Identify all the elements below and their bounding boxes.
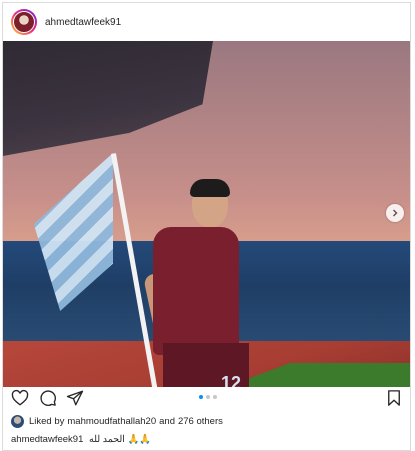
carousel-dot — [213, 395, 217, 399]
likes-prefix: Liked by — [29, 416, 65, 427]
caption-username[interactable]: ahmedtawfeek91 — [11, 434, 83, 445]
post-header: ahmedtawfeek91 — [3, 3, 410, 41]
avatar-image — [13, 11, 35, 33]
likes-middle: and — [159, 416, 175, 427]
likes-line: Liked by mahmoudfathallah20 and 276 othe… — [11, 415, 223, 428]
bookmark-icon — [388, 390, 400, 406]
carousel-dot — [206, 395, 210, 399]
shirt-number: 12 — [221, 373, 242, 387]
comment-icon — [40, 390, 56, 406]
share-button[interactable] — [66, 389, 86, 409]
stadium-roof — [3, 41, 213, 156]
instagram-post: ahmedtawfeek91 12 Liked by mahmoudfathal… — [2, 2, 411, 451]
profile-avatar[interactable] — [11, 9, 37, 35]
comment-button[interactable] — [39, 389, 59, 409]
carousel-dot — [199, 395, 203, 399]
like-button[interactable] — [11, 389, 31, 409]
post-caption: ahmedtawfeek91 الحمد لله 🙏🙏 — [11, 434, 151, 445]
player-jersey — [153, 227, 239, 355]
heart-icon — [11, 389, 29, 406]
player-hair — [190, 179, 230, 197]
post-image[interactable]: 12 — [3, 41, 410, 387]
likes-others-link[interactable]: 276 others — [178, 416, 223, 427]
post-actions — [3, 389, 410, 411]
liker-avatar[interactable] — [11, 415, 24, 428]
chevron-right-icon — [393, 209, 398, 217]
post-username[interactable]: ahmedtawfeek91 — [45, 17, 121, 28]
send-icon — [66, 390, 84, 406]
carousel-next-button[interactable] — [386, 204, 404, 222]
caption-text: الحمد لله 🙏🙏 — [89, 434, 152, 445]
save-button[interactable] — [385, 389, 405, 409]
carousel-indicator — [199, 395, 217, 399]
liker-username[interactable]: mahmoudfathallah20 — [67, 416, 156, 427]
